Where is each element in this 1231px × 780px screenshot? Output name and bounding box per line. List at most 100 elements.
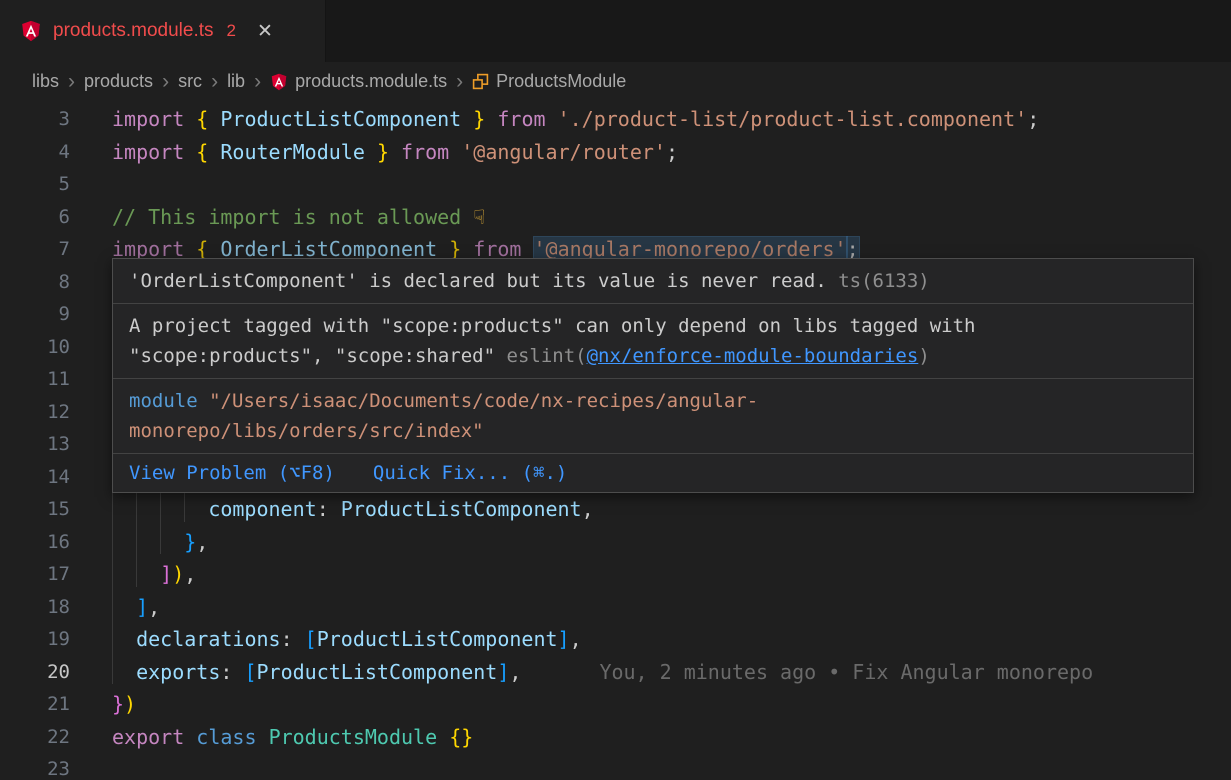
code-token: declarations	[136, 627, 281, 651]
line-number[interactable]: 11	[0, 363, 70, 396]
code-line-16[interactable]: 16 },	[0, 526, 1231, 559]
line-number[interactable]: 8	[0, 266, 70, 299]
breadcrumb-label: src	[178, 71, 202, 92]
code-token	[461, 107, 473, 131]
breadcrumb-item-products[interactable]: products	[84, 71, 153, 92]
view-problem-link[interactable]: View Problem (⌥F8)	[129, 462, 335, 484]
code-line-3[interactable]: 3import { ProductListComponent } from '.…	[0, 103, 1231, 136]
code-line-5[interactable]: 5	[0, 168, 1231, 201]
code-token: '@angular/router'	[461, 140, 666, 164]
code-token: ;	[1027, 107, 1039, 131]
breadcrumb-item-src[interactable]: src	[178, 71, 202, 92]
code-token	[257, 725, 269, 749]
quick-fix-link[interactable]: Quick Fix... (⌘.)	[373, 462, 567, 484]
module-path: "/Users/isaac/Documents/code/nx-recipes/…	[198, 390, 759, 412]
breadcrumb-label: products.module.ts	[295, 71, 447, 92]
code-token: './product-list/product-list.component'	[558, 107, 1028, 131]
line-number[interactable]: 10	[0, 331, 70, 364]
code-line-23[interactable]: 23	[0, 753, 1231, 780]
code-token: ]	[497, 660, 509, 684]
code-line-15[interactable]: 15 component: ProductListComponent,	[0, 493, 1231, 526]
line-number[interactable]: 19	[0, 623, 70, 656]
code-token	[365, 140, 377, 164]
breadcrumb-item-lib[interactable]: lib	[227, 71, 245, 92]
code-token: [	[244, 660, 256, 684]
hover-section-1: 'OrderListComponent' is declared but its…	[113, 259, 1193, 304]
tab-title: products.module.ts	[53, 20, 214, 42]
angular-icon	[20, 20, 42, 42]
editor: 3import { ProductListComponent } from '.…	[0, 101, 1231, 780]
code-text: ]),	[112, 562, 196, 586]
breadcrumb-item-libs[interactable]: libs	[32, 71, 59, 92]
code-line-6[interactable]: 6// This import is not allowed ☟	[0, 201, 1231, 234]
code-token	[184, 107, 196, 131]
line-number[interactable]: 7	[0, 233, 70, 266]
code-token	[112, 493, 136, 526]
code-token: RouterModule	[220, 140, 365, 164]
line-number[interactable]: 13	[0, 428, 70, 461]
code-token: {	[196, 107, 208, 131]
line-number[interactable]: 9	[0, 298, 70, 331]
code-text: exports: [ProductListComponent],You, 2 m…	[112, 660, 1093, 684]
code-line-19[interactable]: 19 declarations: [ProductListComponent],	[0, 623, 1231, 656]
line-number[interactable]: 20	[0, 656, 70, 689]
code-line-17[interactable]: 17 ]),	[0, 558, 1231, 591]
code-line-18[interactable]: 18 ],	[0, 591, 1231, 624]
code-token: )	[918, 345, 929, 367]
code-token: component	[208, 497, 316, 521]
line-number[interactable]: 16	[0, 526, 70, 559]
breadcrumb-item-products.module.ts[interactable]: products.module.ts	[270, 71, 447, 92]
code-token: ,	[148, 595, 160, 619]
vscode-window: products.module.ts 2 ✕ libs›products›src…	[0, 0, 1231, 780]
eslint-rule-link[interactable]: @nx/enforce-module-boundaries	[587, 345, 919, 367]
code-line-4[interactable]: 4import { RouterModule } from '@angular/…	[0, 136, 1231, 169]
line-number[interactable]: 17	[0, 558, 70, 591]
code-token	[112, 656, 136, 689]
code-token: ProductListComponent	[257, 660, 498, 684]
line-number[interactable]: 18	[0, 591, 70, 624]
code-token	[485, 107, 497, 131]
breadcrumb-label: libs	[32, 71, 59, 92]
line-number[interactable]: 22	[0, 721, 70, 754]
line-number[interactable]: 15	[0, 493, 70, 526]
module-path: monorepo/libs/orders/src/index"	[129, 420, 484, 442]
code-token: ProductsModule	[269, 725, 438, 749]
line-number[interactable]: 12	[0, 396, 70, 429]
line-number[interactable]: 6	[0, 201, 70, 234]
line-number[interactable]: 23	[0, 753, 70, 780]
code-line-22[interactable]: 22export class ProductsModule {}	[0, 721, 1231, 754]
blame-annotation: You, 2 minutes ago • Fix Angular monorep…	[599, 660, 1093, 684]
code-token: ]	[558, 627, 570, 651]
hover-section-3: module "/Users/isaac/Documents/code/nx-r…	[113, 379, 1193, 454]
tab-products-module-ts[interactable]: products.module.ts 2 ✕	[0, 0, 326, 62]
hover-text-line: A project tagged with "scope:products" c…	[129, 311, 1177, 341]
line-number[interactable]: 4	[0, 136, 70, 169]
module-keyword: module	[129, 390, 198, 412]
tab-close-button[interactable]: ✕	[257, 20, 273, 43]
breadcrumb-label: lib	[227, 71, 245, 92]
code-token: import	[112, 140, 184, 164]
code-token: {}	[449, 725, 473, 749]
code-token: :	[317, 497, 341, 521]
code-token: ,	[570, 627, 582, 651]
code-line-20[interactable]: 20 exports: [ProductListComponent],You, …	[0, 656, 1231, 689]
code-token: ProductListComponent	[341, 497, 582, 521]
code-token	[184, 493, 208, 526]
hover-problem-popup: 'OrderListComponent' is declared but its…	[112, 258, 1194, 493]
code-token: ☟	[473, 205, 485, 229]
code-token: ,	[509, 660, 521, 684]
line-number[interactable]: 3	[0, 103, 70, 136]
code-line-21[interactable]: 21})	[0, 688, 1231, 721]
code-token: }	[473, 107, 485, 131]
code-token: "scope:products", "scope:shared"	[129, 345, 507, 367]
code-token	[160, 526, 184, 559]
breadcrumb-item-productsmodule[interactable]: ProductsModule	[472, 71, 626, 92]
code-token: ,	[184, 562, 196, 586]
code-token	[437, 725, 449, 749]
line-number[interactable]: 14	[0, 461, 70, 494]
chevron-right-icon: ›	[456, 71, 463, 92]
code-token: {	[196, 140, 208, 164]
code-token: }	[112, 692, 124, 716]
line-number[interactable]: 5	[0, 168, 70, 201]
line-number[interactable]: 21	[0, 688, 70, 721]
